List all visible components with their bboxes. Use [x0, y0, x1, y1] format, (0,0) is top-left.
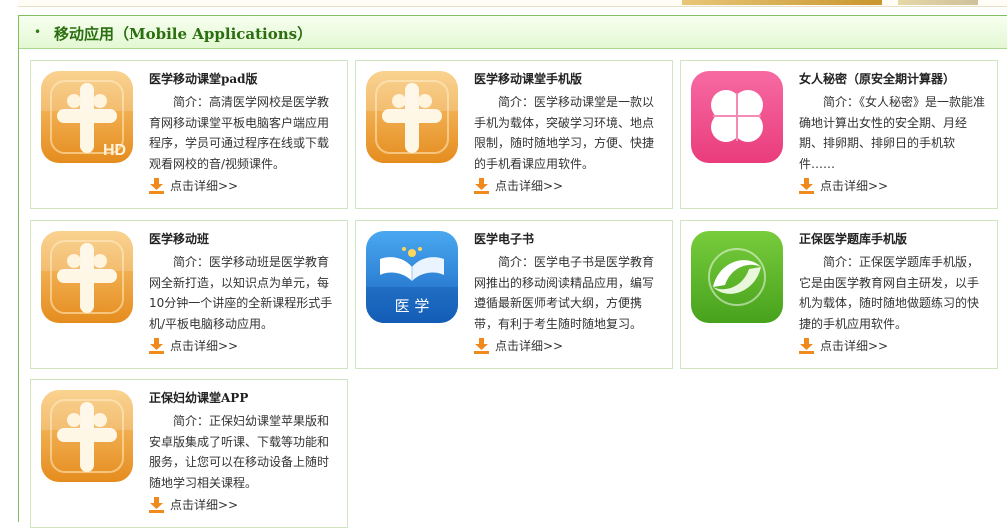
app-description: 简介：正保妇幼课堂苹果版和安卓版集成了听课、下载等功能和服务，让您可以在移动设备… [149, 414, 330, 490]
app-description: 简介：医学电子书是医学教育网推出的移动阅读精品应用，编写遵循最新医师考试大纲，方… [474, 255, 655, 331]
app-name[interactable]: 医学电子书 [474, 230, 534, 247]
detail-link[interactable]: 点击详细>> [149, 496, 238, 513]
detail-link[interactable]: 点击详细>> [799, 337, 888, 354]
download-icon [799, 337, 814, 354]
app-description: 简介：正保医学题库手机版，它是由医学教育网自主研发，以手机为载体，随时随地做题练… [799, 255, 980, 331]
clover-icon[interactable] [691, 71, 783, 163]
bullet-icon: • [34, 25, 42, 39]
detail-link-label: 点击详细>> [820, 179, 889, 193]
mobile-apps-panel: • 移动应用（Mobile Applications） HD 医学移动课堂pad… [18, 15, 1007, 528]
download-icon [474, 177, 489, 194]
banner-fragment [682, 0, 882, 5]
app-description: 简介：医学移动班是医学教育网全新打造，以知识点为单元，每10分钟一个讲座的全新课… [149, 255, 333, 331]
banner-fragment [898, 0, 978, 5]
app-name[interactable]: 女人秘密（原安全期计算器） [799, 70, 955, 87]
medical-cross-icon[interactable] [366, 71, 458, 163]
app-description: 简介：医学移动课堂是一款以手机为载体，突破学习环境、地点限制，随时随地学习，方便… [474, 95, 655, 171]
app-name[interactable]: 医学移动课堂pad版 [149, 70, 258, 87]
download-icon [149, 177, 164, 194]
ebook-icon-label: 医 学 [395, 297, 430, 315]
medical-cross-icon[interactable] [41, 231, 133, 323]
detail-link[interactable]: 点击详细>> [149, 337, 238, 354]
detail-link[interactable]: 点击详细>> [474, 337, 563, 354]
detail-link-label: 点击详细>> [495, 339, 564, 353]
download-icon [149, 496, 164, 513]
app-card-maternal: 正保妇幼课堂APP 简介：正保妇幼课堂苹果版和安卓版集成了听课、下载等功能和服务… [30, 379, 348, 528]
detail-link-label: 点击详细>> [170, 339, 239, 353]
download-icon [799, 177, 814, 194]
app-card-mobile: 医学移动课堂手机版 简介：医学移动课堂是一款以手机为载体，突破学习环境、地点限制… [355, 60, 673, 209]
app-name[interactable]: 正保妇幼课堂APP [149, 389, 248, 406]
app-name[interactable]: 医学移动课堂手机版 [474, 70, 582, 87]
top-banner-strip [18, 0, 1007, 7]
app-name[interactable]: 医学移动班 [149, 230, 209, 247]
swirl-icon[interactable] [691, 231, 783, 323]
ebook-icon[interactable]: 医 学 [366, 231, 458, 323]
app-card-mobile-class: 医学移动班 简介：医学移动班是医学教育网全新打造，以知识点为单元，每10分钟一个… [30, 220, 348, 369]
download-icon [149, 337, 164, 354]
detail-link-label: 点击详细>> [495, 179, 564, 193]
detail-link-label: 点击详细>> [820, 339, 889, 353]
app-card-pad: HD 医学移动课堂pad版 简介：高清医学网校是医学教育网移动课堂平板电脑客户端… [30, 60, 348, 209]
download-icon [474, 337, 489, 354]
section-header: • 移动应用（Mobile Applications） [19, 16, 1007, 49]
detail-link[interactable]: 点击详细>> [799, 177, 888, 194]
svg-text:HD: HD [103, 142, 126, 159]
medical-cross-icon[interactable] [41, 390, 133, 482]
app-description: 简介：高清医学网校是医学教育网移动课堂平板电脑客户端应用程序，学员可通过程序在线… [149, 95, 330, 171]
detail-link[interactable]: 点击详细>> [474, 177, 563, 194]
detail-link-label: 点击详细>> [170, 179, 239, 193]
app-card-ebook: 医 学 医学电子书 简介：医学电子书是医学教育网推出的移动阅读精品应用，编写遵循… [355, 220, 673, 369]
section-title: 移动应用（Mobile Applications） [54, 25, 313, 43]
medical-cross-hd-icon[interactable]: HD [41, 71, 133, 163]
detail-link-label: 点击详细>> [170, 498, 239, 512]
detail-link[interactable]: 点击详细>> [149, 177, 238, 194]
app-description: 简介：《女人秘密》是一款能准确地计算出女性的安全期、月经期、排卵期、排卵日的手机… [799, 95, 986, 171]
app-name[interactable]: 正保医学题库手机版 [799, 230, 907, 247]
app-card-question-bank: 正保医学题库手机版 简介：正保医学题库手机版，它是由医学教育网自主研发，以手机为… [680, 220, 998, 369]
app-card-women-secret: 女人秘密（原安全期计算器） 简介：《女人秘密》是一款能准确地计算出女性的安全期、… [680, 60, 998, 209]
